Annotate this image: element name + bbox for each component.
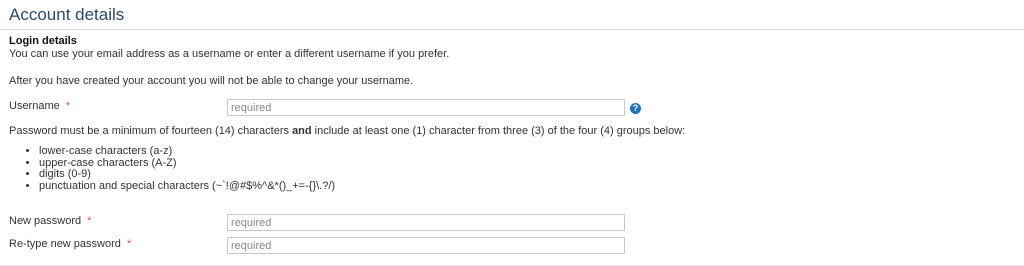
password-rules-intro-start: Password must be a minimum of fourteen (… [9,125,293,137]
password-rules-intro-end: include at least one (1) character from … [311,125,686,137]
username-label: Username * [9,100,70,112]
new-password-label-text: New password [9,215,82,227]
password-rules-list: lower-case characters (a-z) upper-case c… [9,145,335,193]
list-item: punctuation and special characters (~`!@… [39,180,335,193]
retype-password-label-text: Re-type new password [9,238,121,250]
new-password-label: New password * [9,215,91,227]
username-change-note: After you have created your account you … [9,75,414,87]
username-input[interactable] [227,99,625,116]
new-password-required-mark: * [87,215,92,227]
login-intro-text: You can use your email address as a user… [9,48,450,60]
password-rules-intro: Password must be a minimum of fourteen (… [9,125,685,137]
username-required-mark: * [65,100,71,112]
page-header: Account details [0,0,1024,30]
list-item: digits (0-9) [39,168,335,181]
new-password-input[interactable] [227,214,625,231]
list-item: lower-case characters (a-z) [39,145,335,158]
account-details-page: Account details Login details You can us… [0,0,1024,266]
retype-password-required-mark: * [126,238,132,250]
password-rules-intro-bold: and [292,125,312,137]
username-label-text: Username [9,100,60,112]
retype-password-input[interactable] [227,237,625,254]
retype-password-label: Re-type new password * [9,238,131,250]
login-details-heading: Login details [9,35,77,47]
question-circle-icon[interactable]: ? [630,103,641,114]
page-title: Account details [9,5,125,24]
